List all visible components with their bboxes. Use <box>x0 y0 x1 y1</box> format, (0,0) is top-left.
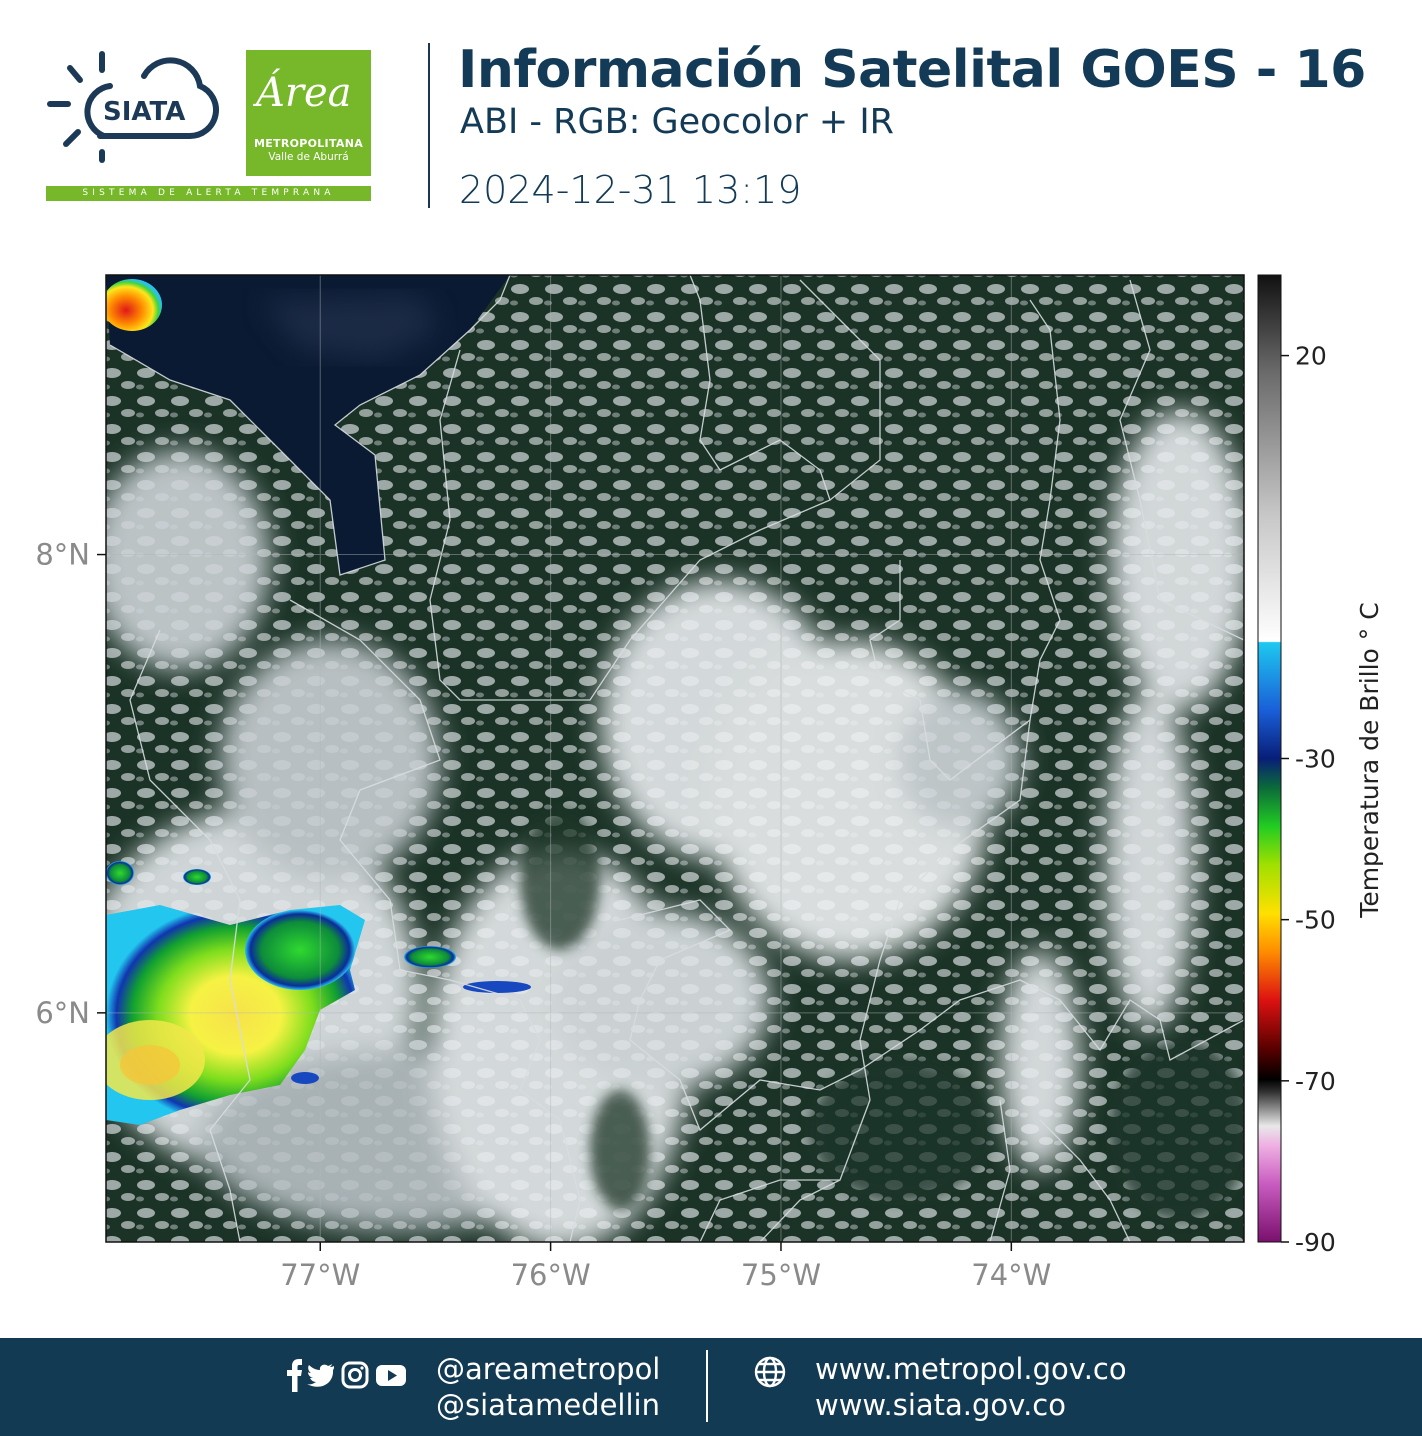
latitude-axis: 8°N 6°N <box>35 538 106 1030</box>
footer-url-siata[interactable]: www.siata.gov.co <box>815 1388 1066 1422</box>
youtube-icon[interactable] <box>376 1365 406 1386</box>
colorbar-tick-label: -30 <box>1295 745 1336 774</box>
longitude-axis: 77°W 76°W 75°W 74°W <box>280 1242 1051 1292</box>
colorbar-label: Temperatura de Brillo ° C <box>1355 602 1384 918</box>
colorbar-tick-label: -90 <box>1295 1228 1336 1257</box>
footer-url-metropol[interactable]: www.metropol.gov.co <box>815 1352 1127 1386</box>
colorbar-tick-label: -70 <box>1295 1067 1336 1096</box>
satellite-image <box>106 275 1244 1242</box>
twitter-icon[interactable] <box>307 1364 334 1387</box>
colorbar-tick-label: 20 <box>1295 342 1327 371</box>
lat-tick-label: 8°N <box>35 538 90 572</box>
map-figure: 8°N 6°N 77°W 76°W 75°W 74°W 20 -30 -50 -70 -90 T… <box>35 274 1384 1292</box>
lon-tick-label: 75°W <box>741 1258 821 1292</box>
lon-tick-label: 74°W <box>971 1258 1051 1292</box>
footer-divider <box>706 1350 708 1422</box>
instagram-icon[interactable] <box>341 1361 369 1389</box>
colorbar-ticks: 20 -30 -50 -70 -90 <box>1281 342 1336 1257</box>
footer: @areametropol @siatamedellin www.metropo… <box>0 1338 1422 1436</box>
social-icons <box>287 1359 406 1392</box>
facebook-icon[interactable] <box>287 1359 302 1392</box>
colorbar <box>1257 274 1282 1243</box>
colorbar-tick-label: -50 <box>1295 906 1336 935</box>
lon-tick-label: 77°W <box>280 1258 360 1292</box>
lat-tick-label: 6°N <box>35 996 90 1030</box>
lon-tick-label: 76°W <box>511 1258 591 1292</box>
footer-handle-siatamedellin[interactable]: @siatamedellin <box>436 1388 660 1422</box>
footer-handle-areametropol[interactable]: @areametropol <box>436 1352 660 1386</box>
globe-icon <box>754 1356 786 1388</box>
